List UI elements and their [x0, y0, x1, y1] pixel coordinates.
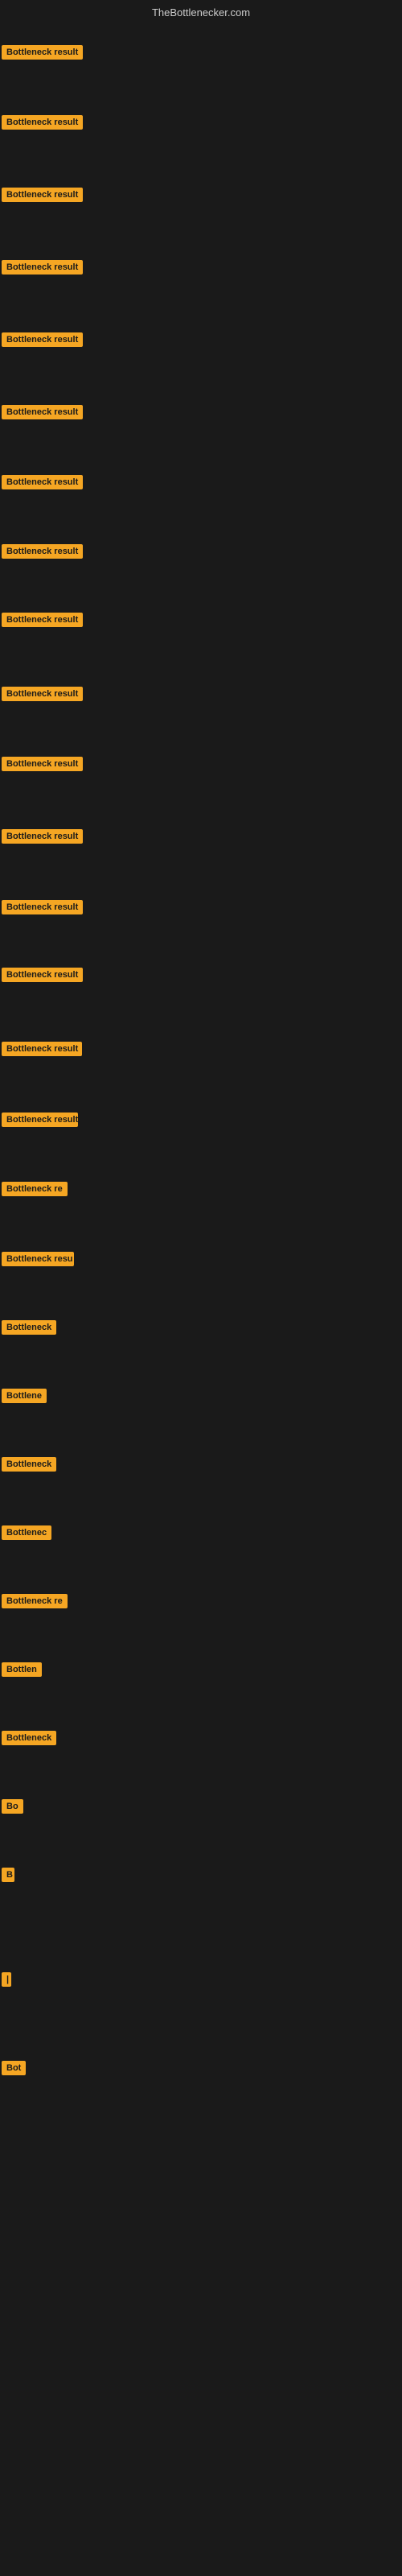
- bottleneck-result-badge[interactable]: Bottleneck result: [2, 757, 83, 771]
- bottleneck-result-badge[interactable]: Bottleneck resu: [2, 1252, 74, 1266]
- bottleneck-result-badge[interactable]: Bottleneck: [2, 1457, 56, 1472]
- bottleneck-result-badge[interactable]: Bottleneck result: [2, 687, 83, 701]
- bottleneck-result-badge[interactable]: Bot: [2, 2061, 26, 2075]
- bottleneck-result-badge[interactable]: Bottleneck result: [2, 829, 83, 844]
- bottleneck-result-badge[interactable]: Bottleneck re: [2, 1182, 68, 1196]
- bottleneck-result-badge[interactable]: Bottleneck result: [2, 405, 83, 419]
- bottleneck-result-badge[interactable]: |: [2, 1972, 11, 1987]
- bottleneck-result-badge[interactable]: Bottlen: [2, 1662, 42, 1677]
- bottleneck-result-badge[interactable]: Bo: [2, 1799, 23, 1814]
- bottleneck-result-badge[interactable]: Bottleneck result: [2, 900, 83, 914]
- bottleneck-result-badge[interactable]: Bottleneck result: [2, 544, 83, 559]
- bottleneck-result-badge[interactable]: Bottleneck result: [2, 332, 83, 347]
- bottleneck-result-badge[interactable]: Bottleneck result: [2, 45, 83, 60]
- bottleneck-result-badge[interactable]: B: [2, 1868, 14, 1882]
- bottleneck-result-badge[interactable]: Bottleneck result: [2, 613, 83, 627]
- bottleneck-result-badge[interactable]: Bottleneck: [2, 1320, 56, 1335]
- bottleneck-result-badge[interactable]: Bottlene: [2, 1389, 47, 1403]
- bottleneck-result-badge[interactable]: Bottleneck result: [2, 188, 83, 202]
- bottleneck-result-badge[interactable]: Bottleneck result: [2, 260, 83, 275]
- bottleneck-result-badge[interactable]: Bottleneck result: [2, 968, 83, 982]
- bottleneck-result-badge[interactable]: Bottleneck: [2, 1731, 56, 1745]
- site-title: TheBottlenecker.com: [152, 6, 250, 19]
- bottleneck-result-badge[interactable]: Bottleneck result: [2, 115, 83, 130]
- bottleneck-result-badge[interactable]: Bottleneck result: [2, 1042, 82, 1056]
- bottleneck-result-badge[interactable]: Bottleneck result: [2, 475, 83, 489]
- bottleneck-result-badge[interactable]: Bottlenec: [2, 1525, 51, 1540]
- bottleneck-result-badge[interactable]: Bottleneck re: [2, 1594, 68, 1608]
- bottleneck-result-badge[interactable]: Bottleneck result: [2, 1113, 78, 1127]
